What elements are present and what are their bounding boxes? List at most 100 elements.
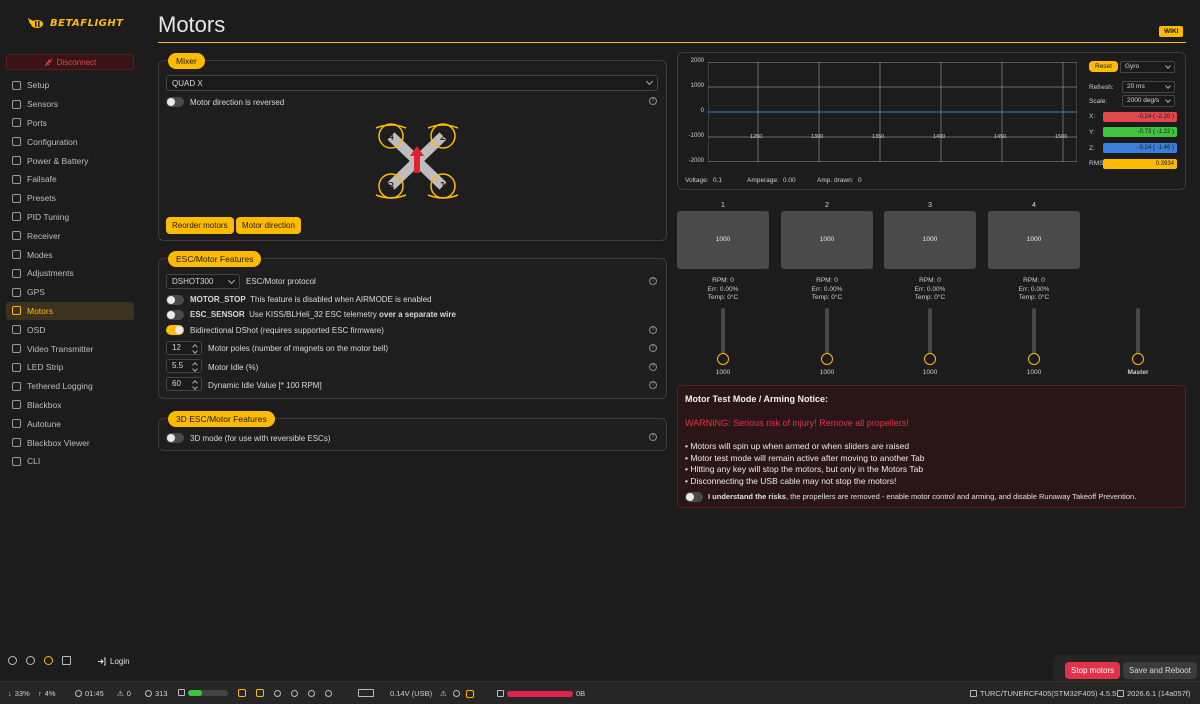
sidebar-item-modes[interactable]: Modes bbox=[6, 245, 134, 264]
motor-direction-button[interactable]: Motor direction bbox=[236, 217, 301, 234]
reorder-motors-button[interactable]: Reorder motors bbox=[166, 217, 234, 234]
sidebar-item-receiver[interactable]: Receiver bbox=[6, 226, 134, 245]
storage-icon bbox=[497, 690, 504, 697]
sidebar-item-label: Tethered Logging bbox=[27, 381, 93, 392]
sidebar-item-tethered-logging[interactable]: Tethered Logging bbox=[6, 377, 134, 396]
sidebar-item-blackbox[interactable]: Blackbox bbox=[6, 396, 134, 415]
esc-protocol-select[interactable]: DSHOT300 bbox=[166, 274, 240, 289]
pid-icon bbox=[12, 212, 21, 222]
y-tick-label: -1000 bbox=[688, 133, 704, 139]
motor-label-4: 4 bbox=[388, 130, 395, 143]
sidebar-item-cli[interactable]: CLI bbox=[6, 452, 134, 471]
sidebar-item-pid-tuning[interactable]: PID Tuning bbox=[6, 208, 134, 227]
sidebar-item-led-strip[interactable]: LED Strip bbox=[6, 358, 134, 377]
3d-mode-toggle[interactable] bbox=[166, 433, 184, 443]
sidebar-item-sensors[interactable]: Sensors bbox=[6, 95, 134, 114]
x-value-bar: -0.24 ( -2.20 ) bbox=[1103, 112, 1177, 122]
help-icon[interactable]: ? bbox=[649, 363, 657, 371]
motor-idle-input[interactable]: 5.5 bbox=[166, 359, 202, 373]
sidebar-item-blackbox-viewer[interactable]: Blackbox Viewer bbox=[6, 433, 134, 452]
y-tick-label: -2000 bbox=[688, 158, 704, 164]
sidebar-item-gps[interactable]: GPS bbox=[6, 283, 134, 302]
mixer-select[interactable]: QUAD X bbox=[166, 75, 658, 91]
understand-risks-toggle[interactable] bbox=[685, 492, 703, 502]
esc-sensor-toggle[interactable] bbox=[166, 310, 184, 320]
sensor-graph bbox=[708, 62, 1077, 162]
sidebar-item-adjustments[interactable]: Adjustments bbox=[6, 264, 134, 283]
help-icon[interactable]: ? bbox=[649, 326, 657, 334]
motor-poles-label: Motor poles (number of magnets on the mo… bbox=[208, 344, 389, 353]
timer-icon bbox=[145, 690, 152, 697]
sidebar: BETAFLIGHT Disconnect Setup Sensors Ports C… bbox=[0, 0, 140, 680]
motor-slider-track[interactable] bbox=[928, 308, 932, 356]
help-icon[interactable]: ? bbox=[649, 381, 657, 389]
sidebar-item-osd[interactable]: OSD bbox=[6, 320, 134, 339]
motor-slider-knob[interactable] bbox=[1028, 353, 1040, 365]
sidebar-item-autotune[interactable]: Autotune bbox=[6, 414, 134, 433]
motor-slider-knob[interactable] bbox=[924, 353, 936, 365]
motor-slider-knob[interactable] bbox=[821, 353, 833, 365]
sidebar-item-ports[interactable]: Ports bbox=[6, 114, 134, 133]
cpu-load-bar bbox=[188, 689, 228, 696]
sidebar-item-label: Configuration bbox=[27, 136, 78, 147]
sidebar-item-label: Modes bbox=[27, 249, 53, 260]
save-reboot-button[interactable]: Save and Reboot bbox=[1123, 662, 1197, 679]
refresh-select[interactable]: 20 ms bbox=[1122, 81, 1175, 93]
settings-icon[interactable] bbox=[8, 656, 17, 665]
theme-icon[interactable] bbox=[26, 656, 35, 665]
motor-reversed-toggle[interactable] bbox=[166, 97, 184, 107]
motor-stop-toggle[interactable] bbox=[166, 295, 184, 305]
master-slider-track[interactable] bbox=[1136, 308, 1140, 356]
battery-icon bbox=[358, 689, 374, 697]
sidebar-item-label: Presets bbox=[27, 193, 56, 204]
sidebar-item-presets[interactable]: Presets bbox=[6, 189, 134, 208]
presets-icon bbox=[12, 193, 21, 203]
motor-poles-input[interactable]: 12 bbox=[166, 341, 202, 355]
master-slider-knob[interactable] bbox=[1132, 353, 1144, 365]
rms-value-bar: 0.3934 bbox=[1103, 159, 1177, 169]
expert-mode-icon[interactable] bbox=[44, 656, 53, 665]
graph-sensor-select[interactable]: Gyro bbox=[1120, 61, 1175, 73]
scale-select[interactable]: 2000 deg/s bbox=[1122, 95, 1175, 107]
motor-err: Err: 0.00% bbox=[1018, 285, 1050, 293]
y-axis-label: Y: bbox=[1089, 129, 1095, 136]
stop-motors-button[interactable]: Stop motors bbox=[1065, 662, 1121, 679]
esc-sensor-bold: over a separate wire bbox=[378, 310, 456, 319]
motor-slider-track[interactable] bbox=[1032, 308, 1036, 356]
help-icon[interactable]: ? bbox=[649, 344, 657, 352]
login-button[interactable]: Login bbox=[97, 657, 130, 666]
battery-stat bbox=[358, 689, 374, 697]
graph-reset-button[interactable]: Reset bbox=[1089, 61, 1118, 72]
storage-bar bbox=[507, 690, 573, 697]
motor-telemetry: RPM: 0 Err: 0.00% Temp: 0°C bbox=[988, 277, 1080, 303]
motor-slider-track[interactable] bbox=[721, 308, 725, 356]
sidebar-item-setup[interactable]: Setup bbox=[6, 76, 134, 95]
motor-slider-knob[interactable] bbox=[717, 353, 729, 365]
sidebar-item-failsafe[interactable]: Failsafe bbox=[6, 170, 134, 189]
mixer-tag: Mixer bbox=[168, 53, 205, 69]
motor-slider-track[interactable] bbox=[825, 308, 829, 356]
wiki-button[interactable]: WIKI bbox=[1159, 26, 1184, 37]
motor-stop-label: MOTOR_STOP This feature is disabled when… bbox=[190, 295, 432, 304]
sidebar-item-video-transmitter[interactable]: Video Transmitter bbox=[6, 339, 134, 358]
shield-icon bbox=[452, 690, 460, 697]
dynamic-idle-input[interactable]: 60 bbox=[166, 377, 202, 391]
status-bar: ↓ 33% ↑ 4% 01:45 ⚠ 0 313 0.14V (USB) ⚠ 0B T… bbox=[0, 681, 1200, 704]
bidir-dshot-toggle[interactable] bbox=[166, 325, 184, 335]
sidebar-item-power-battery[interactable]: Power & Battery bbox=[6, 151, 134, 170]
sidebar-item-motors[interactable]: Motors bbox=[6, 301, 134, 321]
help-icon[interactable]: ? bbox=[649, 277, 657, 285]
warning-icon: ⚠ bbox=[117, 689, 124, 698]
help-icon[interactable]: ? bbox=[649, 433, 657, 441]
voltage-stat: 0.14V (USB) bbox=[390, 689, 433, 698]
disconnect-button[interactable]: Disconnect bbox=[6, 54, 134, 70]
amp-drawn-label: Amp. drawn: bbox=[817, 177, 854, 184]
mixer-select-value: QUAD X bbox=[172, 78, 203, 88]
sidebar-item-label: Power & Battery bbox=[27, 155, 89, 166]
motor-telemetry: RPM: 0 Err: 0.00% Temp: 0°C bbox=[884, 277, 976, 303]
log-icon[interactable] bbox=[62, 656, 71, 665]
help-icon[interactable]: ? bbox=[649, 97, 657, 105]
sidebar-item-label: GPS bbox=[27, 287, 45, 298]
understand-rest: , the propellers are removed - enable mo… bbox=[785, 492, 1137, 501]
sidebar-item-configuration[interactable]: Configuration bbox=[6, 132, 134, 151]
